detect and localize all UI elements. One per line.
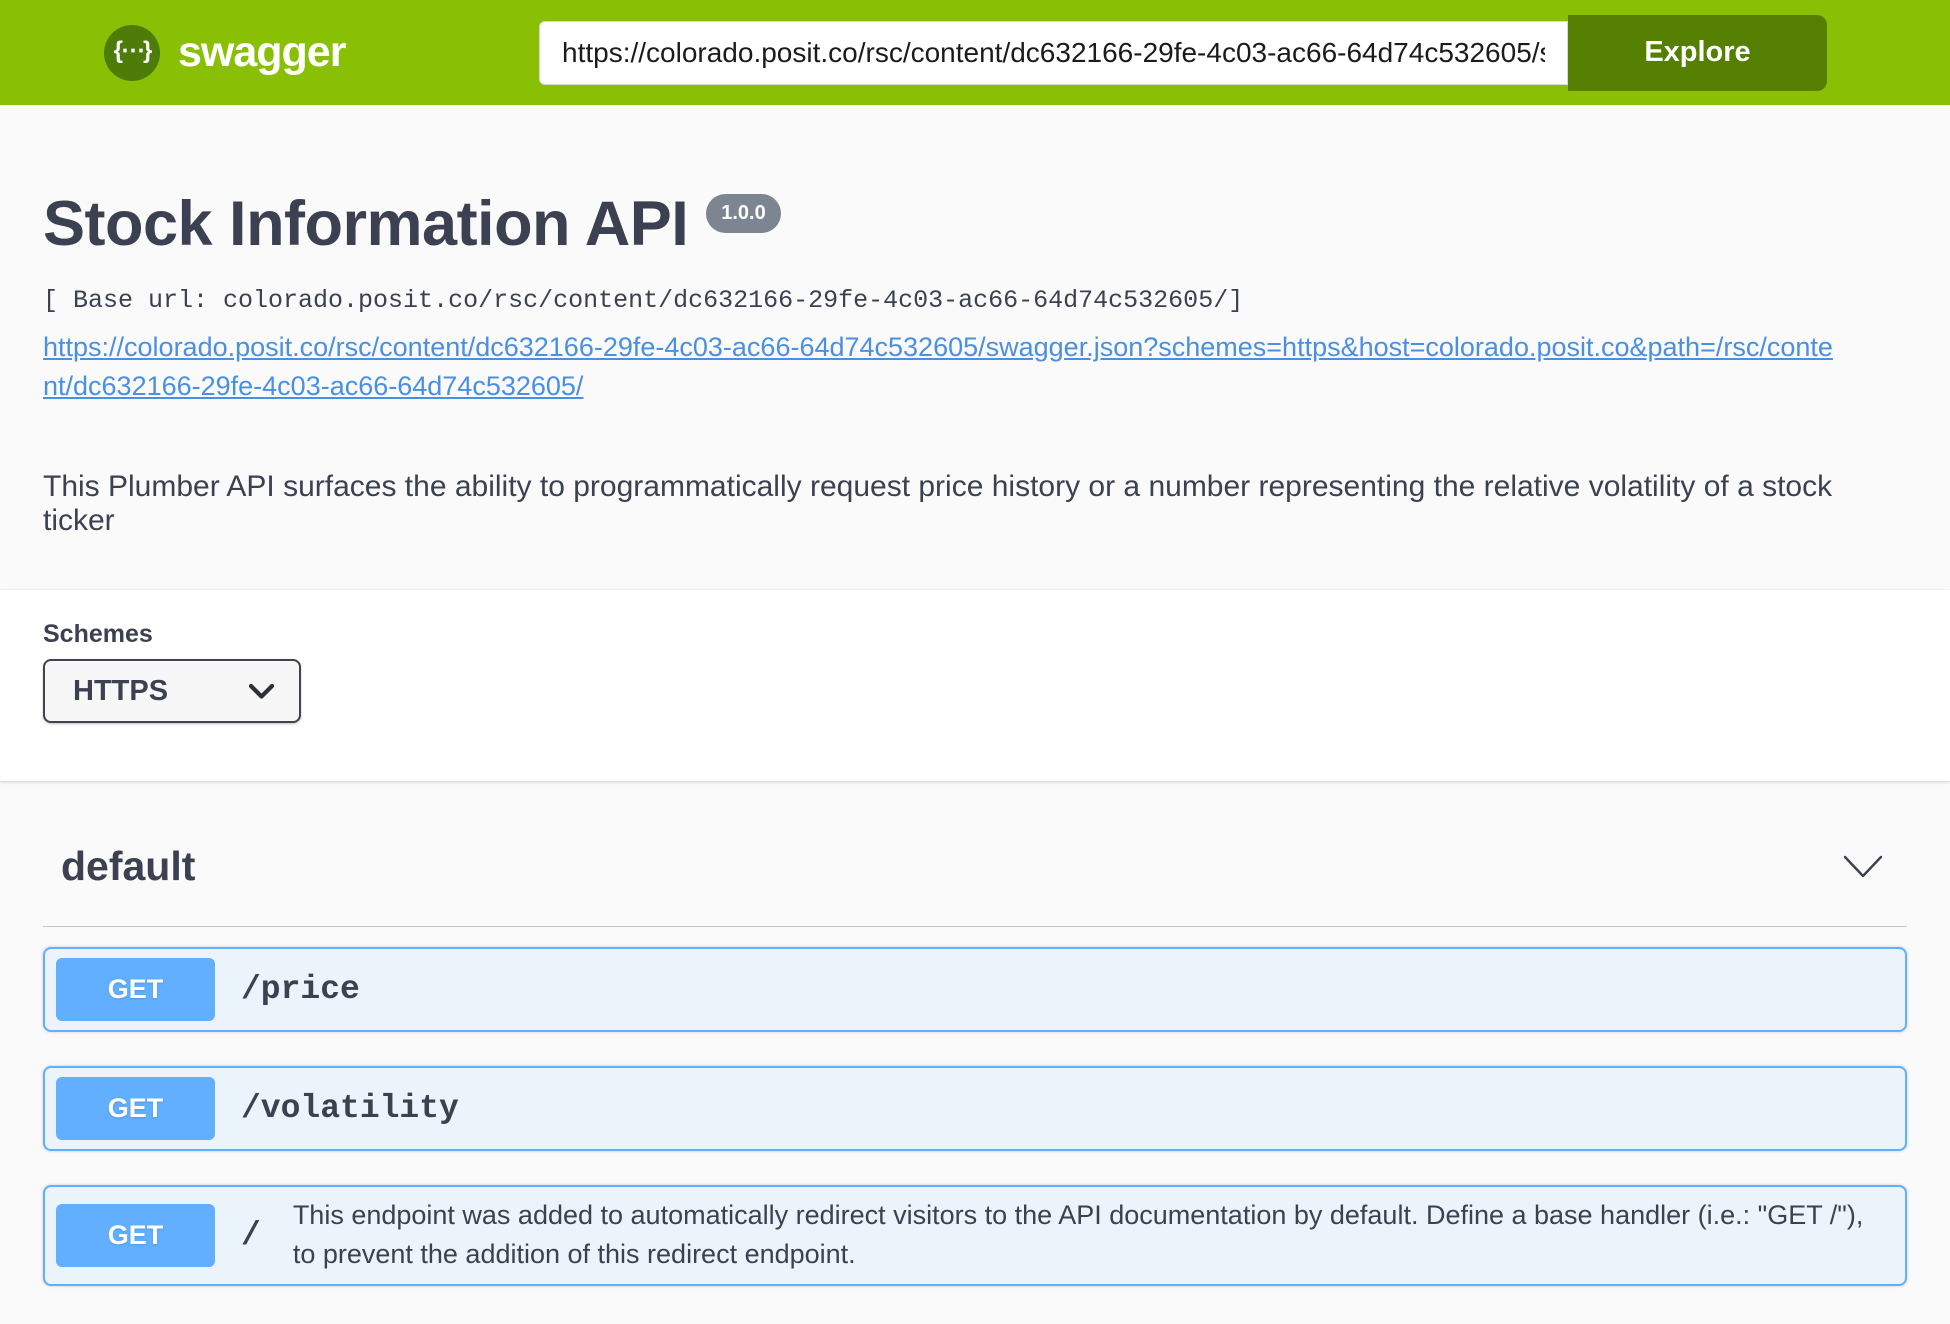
schemes-selected-value: HTTPS [73, 675, 168, 708]
page-title: Stock Information API 1.0.0 [43, 188, 1907, 260]
operation-path: / [241, 1217, 261, 1254]
base-url: [ Base url: colorado.posit.co/rsc/conten… [43, 286, 1907, 315]
swagger-logo: {⋯} swagger [104, 25, 345, 81]
opblock-get-root[interactable]: GET / This endpoint was added to automat… [43, 1185, 1907, 1285]
chevron-down-icon [248, 683, 275, 700]
spec-json-link[interactable]: https://colorado.posit.co/rsc/content/dc… [43, 328, 1833, 406]
tag-default-header[interactable]: default [43, 843, 1907, 890]
curly-braces-icon: {⋯} [104, 25, 160, 81]
explore-button[interactable]: Explore [1568, 15, 1827, 91]
tag-title: default [61, 843, 195, 890]
opblock-get-price[interactable]: GET /price [43, 947, 1907, 1032]
brand-name: swagger [178, 28, 345, 77]
operation-description: This endpoint was added to automatically… [293, 1196, 1885, 1274]
scheme-container: Schemes HTTPS [0, 590, 1950, 781]
operations-section: default GET /price GET /volatility GET /… [0, 843, 1950, 1285]
topbar: {⋯} swagger Explore [0, 0, 1950, 105]
chevron-down-icon[interactable] [1843, 855, 1883, 878]
spec-url-form: Explore [539, 15, 1827, 91]
api-title-text: Stock Information API [43, 188, 688, 260]
operation-path: /volatility [241, 1090, 459, 1127]
tag-divider [43, 926, 1907, 927]
version-badge: 1.0.0 [706, 194, 780, 233]
method-badge: GET [56, 1077, 215, 1140]
spec-url-input[interactable] [539, 21, 1568, 85]
schemes-label: Schemes [43, 620, 1907, 649]
method-badge: GET [56, 1204, 215, 1267]
opblock-get-volatility[interactable]: GET /volatility [43, 1066, 1907, 1151]
api-info-section: Stock Information API 1.0.0 [ Base url: … [0, 188, 1950, 538]
schemes-select[interactable]: HTTPS [43, 659, 301, 723]
method-badge: GET [56, 958, 215, 1021]
api-description: This Plumber API surfaces the ability to… [43, 470, 1907, 538]
operation-path: /price [241, 971, 360, 1008]
